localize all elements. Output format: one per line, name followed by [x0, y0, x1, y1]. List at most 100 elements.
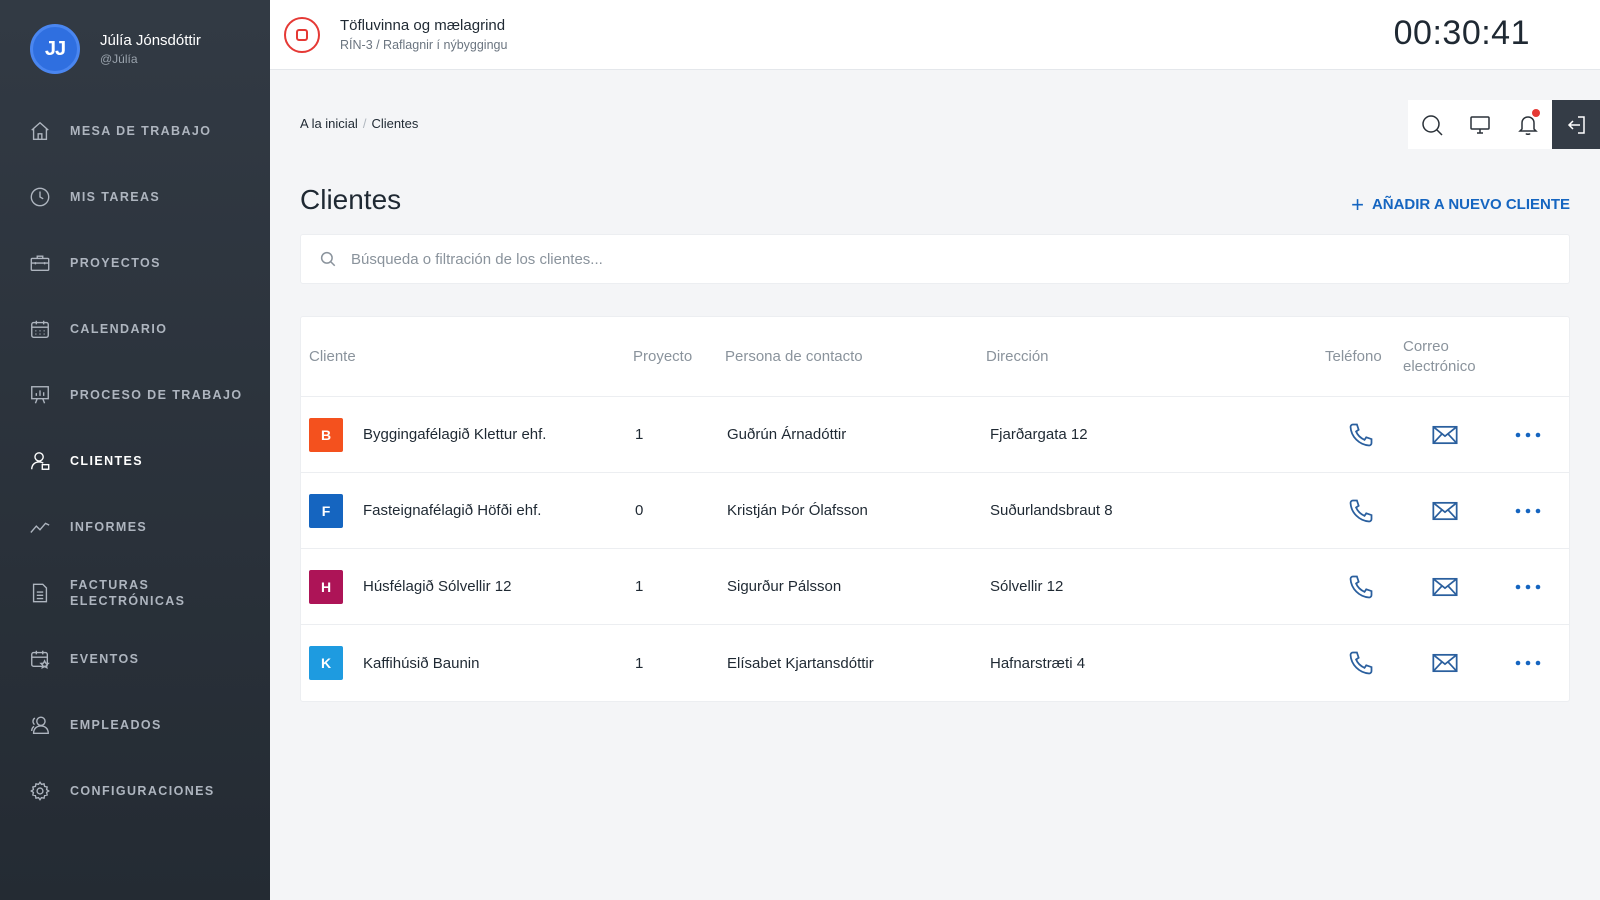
client-address: Hafnarstræti 4: [990, 654, 1086, 672]
project-count: 1: [635, 654, 644, 672]
user-profile[interactable]: JJ Júlía Jónsdóttir @Júlía: [0, 0, 270, 98]
sidebar-item-label: PROYECTOS: [70, 256, 161, 270]
more-options-icon[interactable]: [1515, 507, 1541, 515]
email-icon[interactable]: [1431, 649, 1459, 677]
briefcase-icon: [28, 251, 52, 275]
more-options-icon[interactable]: [1515, 659, 1541, 667]
sidebar-item-label: CALENDARIO: [70, 322, 168, 336]
table-row[interactable]: H Húsfélagið Sólvellir 12 1 Sigurður Pál…: [301, 549, 1569, 625]
breadcrumb: A la inicial / Clientes: [300, 116, 418, 131]
sidebar-item-mesa-de-trabajo[interactable]: MESA DE TRABAJO: [0, 98, 270, 164]
header-phone: Teléfono: [1325, 348, 1382, 365]
sidebar-item-informes[interactable]: INFORMES: [0, 494, 270, 560]
avatar[interactable]: JJ: [30, 24, 80, 74]
client-address: Suðurlandsbraut 8: [990, 502, 1113, 519]
sidebar-item-label: PROCESO DE TRABAJO: [70, 388, 243, 402]
client-search-input[interactable]: [351, 250, 1451, 268]
add-client-label: AÑADIR A NUEVO CLIENTE: [1371, 196, 1570, 213]
client-address: Sólvellir 12: [990, 578, 1064, 595]
calendar-star-icon: [28, 647, 52, 671]
client-initial-badge: F: [309, 493, 343, 528]
client-address: Fjarðargata 12: [990, 426, 1088, 443]
user-icon: [28, 449, 52, 473]
phone-icon[interactable]: [1347, 421, 1375, 449]
stop-timer-button[interactable]: [284, 16, 320, 53]
breadcrumb-current: Clientes: [371, 116, 419, 131]
client-initial-badge: B: [309, 417, 343, 452]
breadcrumb-separator: /: [362, 116, 367, 131]
client-name[interactable]: Húsfélagið Sólvellir 12: [363, 578, 511, 595]
sidebar-item-label: EVENTOS: [70, 652, 140, 666]
client-cell: H Húsfélagið Sólvellir 12: [309, 569, 511, 604]
client-name[interactable]: Kaffihúsið Baunin: [363, 655, 479, 672]
table-row[interactable]: K Kaffihúsið Baunin 1 Elísabet Kjartansd…: [301, 625, 1569, 701]
header-project[interactable]: Proyecto: [633, 348, 692, 365]
sidebar-item-label: MIS TAREAS: [70, 190, 161, 204]
home-icon: [28, 119, 52, 143]
sidebar-item-configuraciones[interactable]: CONFIGURACIONES: [0, 758, 270, 824]
sidebar-item-eventos[interactable]: EVENTOS: [0, 626, 270, 692]
sidebar-item-label: MESA DE TRABAJO: [70, 124, 212, 138]
stop-icon: [296, 28, 308, 41]
table-row[interactable]: B Byggingafélagið Klettur ehf. 1 Guðrún …: [301, 397, 1569, 473]
email-icon[interactable]: [1431, 573, 1459, 601]
gear-icon: [28, 779, 52, 803]
sidebar-item-proceso-de-trabajo[interactable]: PROCESO DE TRABAJO: [0, 362, 270, 428]
contact-person: Sigurður Pálsson: [727, 578, 842, 595]
contact-person: Elísabet Kjartansdóttir: [727, 654, 874, 672]
sidebar-item-label: CONFIGURACIONES: [70, 784, 215, 798]
presentation-chart-icon: [28, 383, 52, 407]
sidebar-item-empleados[interactable]: EMPLEADOS: [0, 692, 270, 758]
client-name[interactable]: Byggingafélagið Klettur ehf.: [363, 426, 546, 443]
email-icon[interactable]: [1431, 421, 1459, 449]
page-title: Clientes: [300, 184, 402, 215]
notifications-button[interactable]: [1504, 100, 1552, 149]
sidebar-item-proyectos[interactable]: PROYECTOS: [0, 230, 270, 296]
logout-button[interactable]: [1552, 100, 1600, 149]
logout-icon: [1567, 115, 1585, 134]
sidebar-item-facturas-electronicas[interactable]: FACTURAS ELECTRÓNICAS: [0, 560, 270, 626]
contact-person: Guðrún Árnadóttir: [727, 426, 847, 443]
search-icon: [320, 251, 336, 267]
document-icon: [28, 581, 52, 605]
contact-person: Kristján Þór Ólafsson: [727, 502, 868, 519]
client-cell: F Fasteignafélagið Höfði ehf.: [309, 493, 541, 528]
client-cell: B Byggingafélagið Klettur ehf.: [309, 417, 546, 452]
sidebar-item-label: EMPLEADOS: [70, 718, 162, 732]
clock-icon: [28, 185, 52, 209]
client-cell: K Kaffihúsið Baunin: [309, 646, 479, 680]
sidebar-nav: MESA DE TRABAJO MIS TAREAS PROYECTOS CAL…: [0, 98, 270, 824]
phone-icon[interactable]: [1347, 497, 1375, 525]
header-contact[interactable]: Persona de contacto: [725, 348, 863, 365]
header-address[interactable]: Dirección: [986, 348, 1049, 365]
header-toolbar: [1408, 100, 1600, 149]
user-handle: @Júlía: [100, 52, 138, 66]
timer-display: 00:30:41: [1393, 14, 1530, 52]
monitor-button[interactable]: [1456, 100, 1504, 149]
sidebar-item-clientes[interactable]: CLIENTES: [0, 428, 270, 494]
phone-icon[interactable]: [1347, 649, 1375, 677]
table-row[interactable]: F Fasteignafélagið Höfði ehf. 0 Kristján…: [301, 473, 1569, 549]
sidebar-item-calendario[interactable]: CALENDARIO: [0, 296, 270, 362]
client-search-bar: [300, 234, 1570, 284]
sidebar-item-mis-tareas[interactable]: MIS TAREAS: [0, 164, 270, 230]
client-name[interactable]: Fasteignafélagið Höfði ehf.: [363, 502, 541, 519]
active-task[interactable]: Töfluvinna og mælagrind RÍN-3 / Raflagni…: [340, 17, 507, 52]
add-client-button[interactable]: + AÑADIR A NUEVO CLIENTE: [1351, 191, 1570, 217]
email-icon[interactable]: [1431, 497, 1459, 525]
more-options-icon[interactable]: [1515, 431, 1541, 439]
search-button[interactable]: [1408, 100, 1456, 149]
calendar-icon: [28, 317, 52, 341]
client-initial-badge: K: [309, 646, 343, 680]
header-client[interactable]: Cliente: [309, 348, 356, 365]
breadcrumb-home-link[interactable]: A la inicial: [300, 116, 358, 131]
users-icon: [28, 713, 52, 737]
sidebar-item-label: FACTURAS ELECTRÓNICAS: [70, 578, 186, 608]
sidebar-item-label: CLIENTES: [70, 454, 144, 468]
more-options-icon[interactable]: [1515, 583, 1541, 591]
phone-icon[interactable]: [1347, 573, 1375, 601]
project-count: 1: [635, 578, 644, 595]
plus-icon: +: [1351, 191, 1364, 217]
project-count: 1: [635, 426, 644, 443]
clients-table: Cliente Proyecto Persona de contacto Dir…: [300, 316, 1570, 702]
